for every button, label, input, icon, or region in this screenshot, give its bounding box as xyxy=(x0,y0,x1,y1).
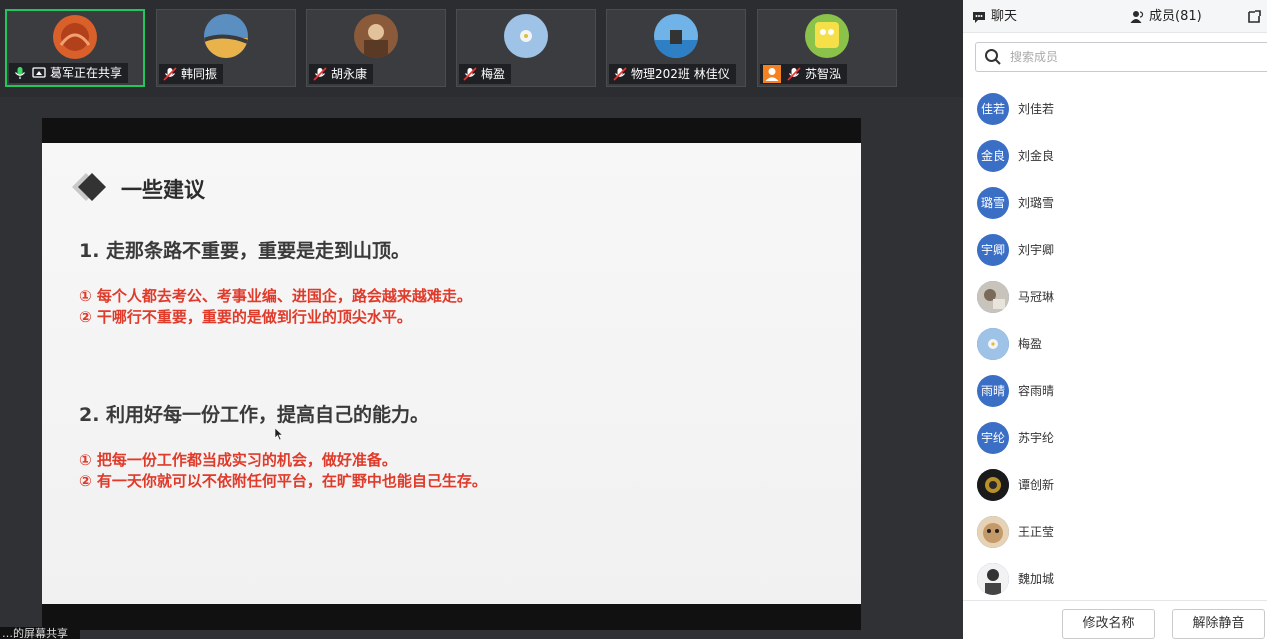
search-icon xyxy=(985,49,1001,65)
slide-point-1-sub-a: ① 每个人都去考公、考事业编、进国企，路会越来越难走。 xyxy=(79,287,472,305)
panel-tabs: 聊天 成员(81) xyxy=(963,0,1267,33)
list-item[interactable]: 宇卿 刘宇卿 xyxy=(963,226,1267,273)
microphone-muted-icon xyxy=(312,67,328,81)
member-search-box[interactable] xyxy=(975,42,1267,72)
avatar: 宇卿 xyxy=(977,233,1009,266)
participant-name: 梅盈 xyxy=(481,67,506,81)
participant-name: 胡永康 xyxy=(331,67,368,81)
list-item[interactable]: 马冠琳 xyxy=(963,273,1267,320)
member-name: 刘宇卿 xyxy=(1018,243,1055,257)
microphone-muted-icon xyxy=(462,67,478,81)
slide-point-1-sub-b: ② 干哪行不重要，重要的是做到行业的顶尖水平。 xyxy=(79,308,412,326)
member-name: 谭创新 xyxy=(1018,478,1055,492)
list-item[interactable]: 金良 刘金良 xyxy=(963,132,1267,179)
participant-tile-5[interactable]: 物理202班 林佳仪 xyxy=(606,9,746,87)
member-name: 刘璐雪 xyxy=(1018,196,1055,210)
slide-point-1: 1. 走那条路不重要，重要是走到山顶。 xyxy=(79,240,411,262)
avatar xyxy=(805,14,849,58)
member-name: 刘佳若 xyxy=(1018,102,1055,116)
avatar xyxy=(204,14,248,58)
avatar xyxy=(977,515,1009,548)
avatar xyxy=(977,468,1009,501)
member-name: 王正莹 xyxy=(1018,525,1055,539)
participant-name-tag: 韩同振 xyxy=(159,64,224,84)
avatar xyxy=(977,327,1009,360)
participant-name: 韩同振 xyxy=(181,67,218,81)
popout-button[interactable] xyxy=(1246,0,1262,33)
tab-chat[interactable]: 聊天 xyxy=(971,0,1017,33)
popout-icon xyxy=(1248,9,1261,23)
participant-name: 葛军正在共享 xyxy=(50,66,123,80)
participant-tile-3[interactable]: 胡永康 xyxy=(306,9,446,87)
avatar xyxy=(654,14,698,58)
microphone-muted-icon xyxy=(612,67,628,81)
list-item[interactable]: 王正莹 xyxy=(963,508,1267,555)
avatar: 佳若 xyxy=(977,92,1009,125)
unmute-button[interactable]: 解除静音 xyxy=(1172,609,1265,639)
participant-tile-6[interactable]: 苏智泓 xyxy=(757,9,897,87)
participant-name: 苏智泓 xyxy=(805,67,842,81)
list-item[interactable]: 谭创新 xyxy=(963,461,1267,508)
member-search-input[interactable] xyxy=(1010,50,1250,64)
participant-tile-2[interactable]: 韩同振 xyxy=(156,9,296,87)
list-item[interactable]: 魏加城 xyxy=(963,555,1267,600)
microphone-on-icon xyxy=(12,66,28,80)
avatar: 璐雪 xyxy=(977,186,1009,219)
tab-chat-label: 聊天 xyxy=(991,9,1018,24)
participant-name-tag: 物理202班 林佳仪 xyxy=(609,64,736,84)
host-user-icon xyxy=(763,65,781,83)
avatar: 雨晴 xyxy=(977,374,1009,407)
participant-tile-1[interactable]: 葛军正在共享 xyxy=(5,9,145,87)
diamond-bullet-icon xyxy=(72,173,106,201)
members-icon xyxy=(1130,10,1144,23)
participant-name-tag: 葛军正在共享 xyxy=(9,63,129,83)
avatar xyxy=(977,280,1009,313)
participant-tile-4[interactable]: 梅盈 xyxy=(456,9,596,87)
member-name: 魏加城 xyxy=(1018,572,1055,586)
avatar: 宇纶 xyxy=(977,421,1009,454)
slide-title: 一些建议 xyxy=(121,178,205,202)
slide-point-2-sub-a: ① 把每一份工作都当成实习的机会，做好准备。 xyxy=(79,451,397,469)
avatar xyxy=(354,14,398,58)
microphone-muted-icon xyxy=(162,67,178,81)
avatar xyxy=(504,14,548,58)
list-item[interactable]: 梅盈 xyxy=(963,320,1267,367)
participant-strip: 葛军正在共享 韩同振 胡永康 梅盈 物理202班 林佳仪 苏智泓 xyxy=(0,0,963,97)
list-item[interactable]: 雨晴 容雨晴 xyxy=(963,367,1267,414)
avatar: 金良 xyxy=(977,139,1009,172)
participant-name-tag: 梅盈 xyxy=(459,64,512,84)
tab-members-label: 成员(81) xyxy=(1149,9,1202,24)
member-name: 马冠琳 xyxy=(1018,290,1055,304)
screen-share-label: …的屏幕共享 xyxy=(0,627,80,639)
side-panel: 聊天 成员(81) 佳若 刘佳若 金良 刘金良 xyxy=(963,0,1267,639)
chat-bubble-icon xyxy=(973,11,985,23)
screen-share-view[interactable]: 一些建议 1. 走那条路不重要，重要是走到山顶。 ① 每个人都去考公、考事业编、… xyxy=(42,118,861,630)
avatar xyxy=(53,15,97,59)
screen-share-icon xyxy=(31,66,47,80)
presentation-slide: 一些建议 1. 走那条路不重要，重要是走到山顶。 ① 每个人都去考公、考事业编、… xyxy=(42,143,861,604)
panel-footer: 修改名称 解除静音 xyxy=(963,600,1267,639)
participant-name-tag: 胡永康 xyxy=(309,64,374,84)
participant-name-tag: 苏智泓 xyxy=(760,64,848,84)
member-name: 容雨晴 xyxy=(1018,384,1055,398)
member-list: 佳若 刘佳若 金良 刘金良 璐雪 刘璐雪 宇卿 刘宇卿 马冠琳 梅盈 雨晴 容雨… xyxy=(963,85,1267,600)
slide-point-2: 2. 利用好每一份工作，提高自己的能力。 xyxy=(79,404,430,426)
mouse-cursor-icon xyxy=(275,428,283,440)
participant-name: 物理202班 林佳仪 xyxy=(631,67,730,81)
list-item[interactable]: 佳若 刘佳若 xyxy=(963,85,1267,132)
list-item[interactable]: 宇纶 苏宇纶 xyxy=(963,414,1267,461)
tab-members[interactable]: 成员(81) xyxy=(1129,0,1202,33)
slide-point-2-sub-b: ② 有一天你就可以不依附任何平台，在旷野中也能自己生存。 xyxy=(79,472,487,490)
rename-button[interactable]: 修改名称 xyxy=(1062,609,1155,639)
microphone-muted-icon xyxy=(786,67,802,81)
member-name: 刘金良 xyxy=(1018,149,1055,163)
list-item[interactable]: 璐雪 刘璐雪 xyxy=(963,179,1267,226)
member-name: 梅盈 xyxy=(1018,337,1043,351)
avatar xyxy=(977,562,1009,595)
member-name: 苏宇纶 xyxy=(1018,431,1055,445)
